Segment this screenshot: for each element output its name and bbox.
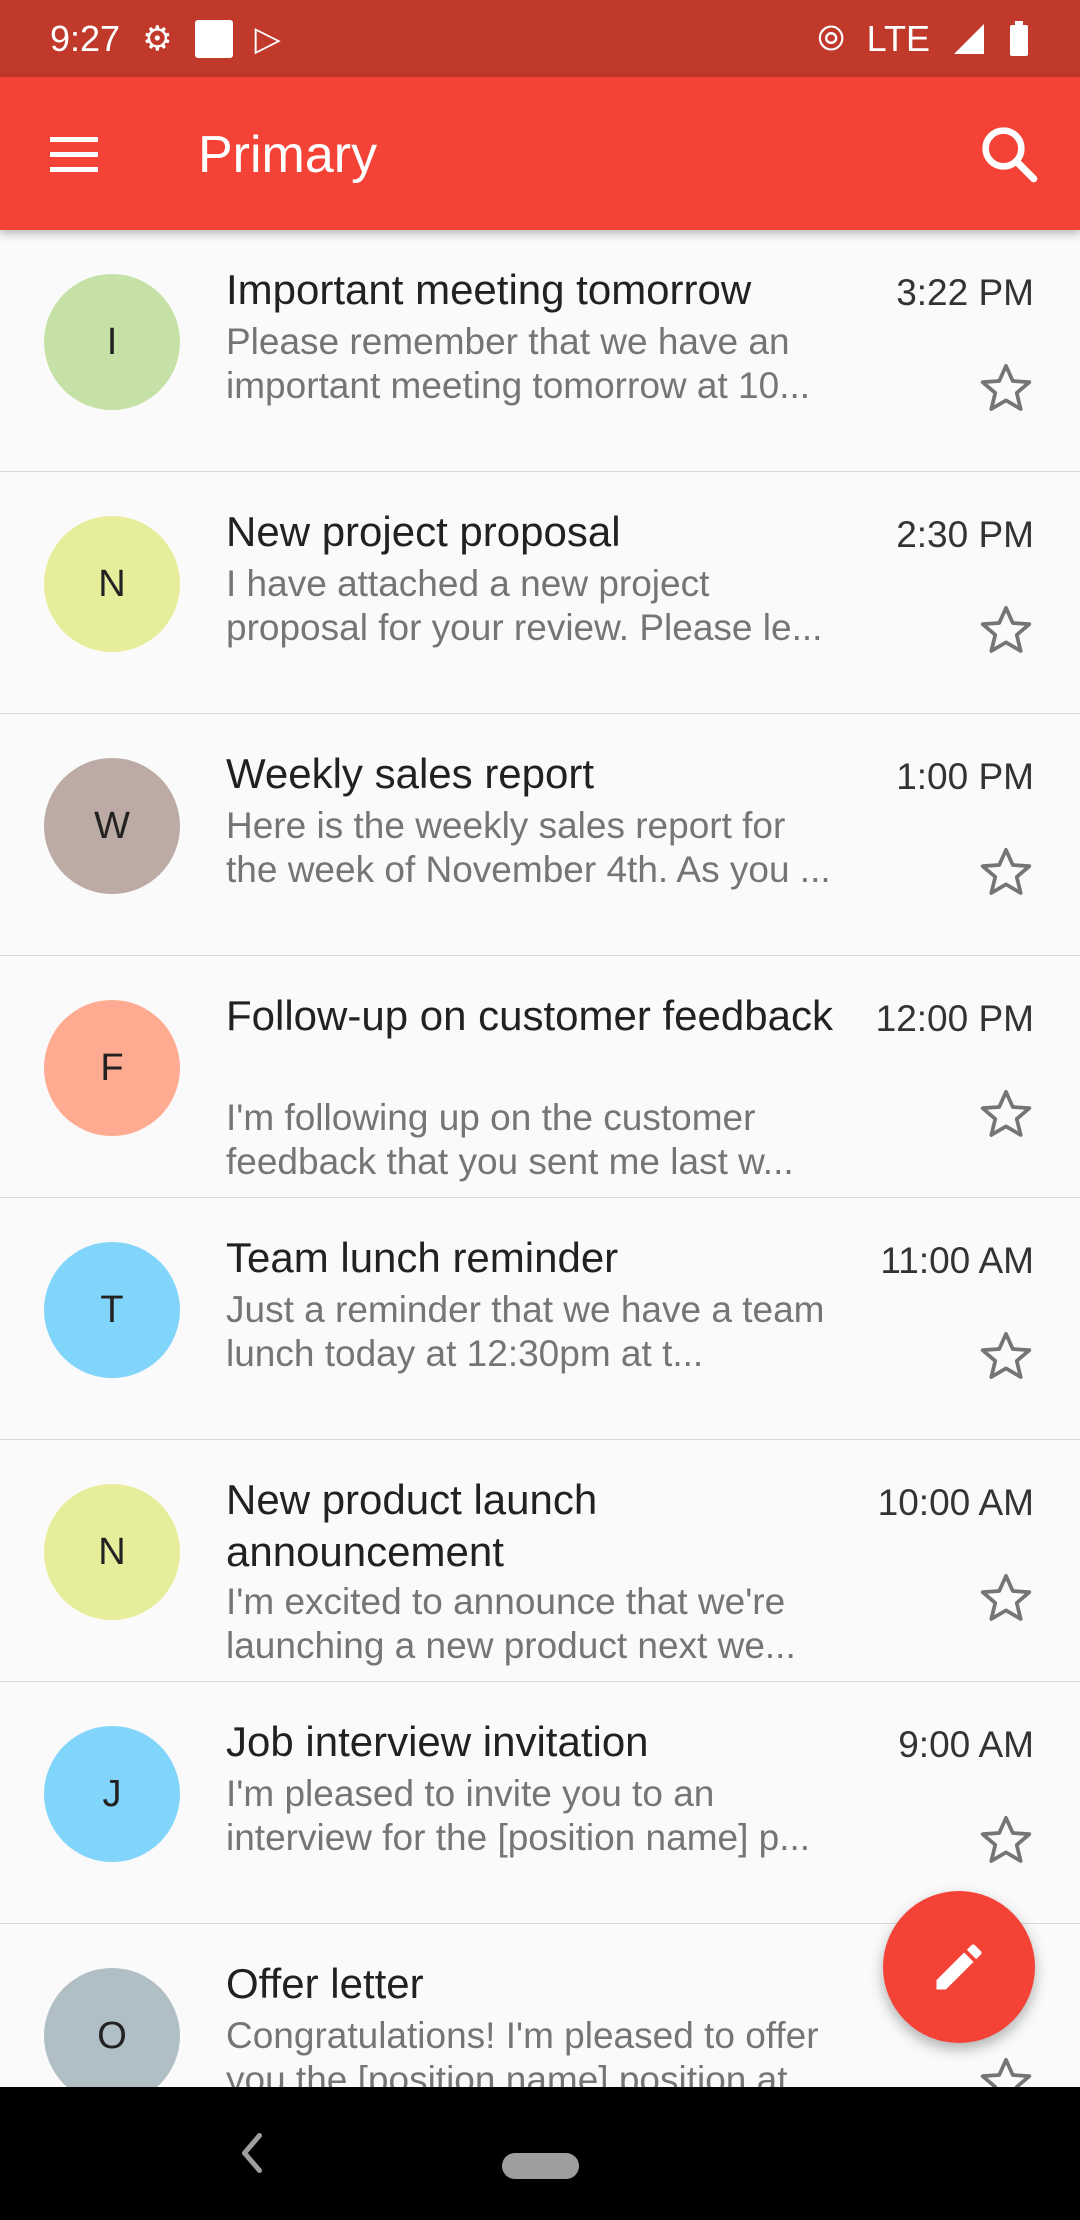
email-subject: Job interview invitation <box>226 1718 649 1765</box>
star-icon[interactable] <box>978 1812 1034 1868</box>
battery-icon <box>1010 20 1028 56</box>
email-preview: Please remember that we have an importan… <box>226 321 811 406</box>
app-bar: Primary <box>0 77 1080 230</box>
network-type: LTE <box>866 17 930 59</box>
hamburger-menu-icon[interactable] <box>46 135 102 175</box>
avatar: O <box>44 1968 180 2087</box>
email-list-item[interactable]: N New product launch announcement I'm exci… <box>0 1440 1080 1682</box>
email-time: 11:00 AM <box>880 1240 1034 1281</box>
email-subject: Team lunch reminder <box>226 1234 619 1281</box>
email-list-item[interactable]: T Team lunch reminder Just a reminder that… <box>0 1198 1080 1440</box>
email-preview: Here is the weekly sales report for the … <box>226 805 831 890</box>
status-time: 9:27 <box>50 17 121 59</box>
compose-button[interactable] <box>883 1891 1035 2043</box>
app-notification-icon <box>194 19 233 58</box>
avatar: F <box>44 1000 180 1136</box>
email-time: 9:00 AM <box>898 1724 1034 1765</box>
email-list-item[interactable]: I Important meeting tomorrow Please rememb… <box>0 230 1080 472</box>
email-list-item[interactable]: W Weekly sales report Here is the weekly s… <box>0 714 1080 956</box>
email-time: 2:30 PM <box>896 514 1034 555</box>
star-icon[interactable] <box>978 1328 1034 1384</box>
email-preview: I'm pleased to invite you to an intervie… <box>226 1773 811 1858</box>
status-bar-left: 9:27 ⚙ ▷ <box>50 18 281 60</box>
status-bar: 9:27 ⚙ ▷ ⦾ LTE <box>0 0 1080 77</box>
email-subject: New project proposal <box>226 508 621 555</box>
email-subject: New product launch announcement <box>226 1476 598 1575</box>
pencil-edit-icon <box>936 1944 982 1990</box>
email-subject: Follow-up on customer feedback <box>226 992 833 1039</box>
star-icon[interactable] <box>978 844 1034 900</box>
notification-icon: ⚙ <box>142 19 173 58</box>
email-time: 10:00 AM <box>877 1482 1034 1523</box>
home-button[interactable] <box>502 2153 579 2179</box>
star-icon[interactable] <box>978 360 1034 416</box>
email-list-item[interactable]: J Job interview invitation I'm pleased to … <box>0 1682 1080 1924</box>
avatar: N <box>44 1484 180 1620</box>
navigation-bar <box>0 2087 1080 2220</box>
page-title: Primary <box>198 126 378 184</box>
email-time: 3:22 PM <box>896 272 1034 313</box>
email-preview: Just a reminder that we have a team lunc… <box>226 1289 825 1374</box>
avatar: J <box>44 1726 180 1862</box>
avatar: T <box>44 1242 180 1378</box>
email-preview: I'm excited to announce that we're launc… <box>226 1581 796 1666</box>
email-subject: Weekly sales report <box>226 750 595 797</box>
signal-icon <box>954 23 984 54</box>
email-list: I Important meeting tomorrow Please rememb… <box>0 230 1080 2087</box>
email-preview: I have attached a new project proposal f… <box>226 563 823 648</box>
avatar: I <box>44 274 180 410</box>
email-preview: Congratulations! I'm pleased to offer yo… <box>226 2015 819 2087</box>
hotspot-icon: ⦾ <box>817 19 845 58</box>
star-icon[interactable] <box>978 1086 1034 1142</box>
email-subject: Offer letter <box>226 1960 424 2007</box>
search-icon[interactable] <box>976 121 1042 187</box>
status-bar-right: ⦾ LTE <box>817 18 1030 60</box>
email-list-item[interactable]: F Follow-up on customer feedback I'm follo… <box>0 956 1080 1198</box>
star-icon[interactable] <box>978 1570 1034 1626</box>
email-time: 1:00 PM <box>896 756 1034 797</box>
email-list-item[interactable]: N New project proposal I have attached a n… <box>0 472 1080 714</box>
email-preview: I'm following up on the customer feedbac… <box>226 1097 794 1182</box>
star-icon[interactable] <box>978 602 1034 658</box>
email-subject: Important meeting tomorrow <box>226 266 752 313</box>
back-icon[interactable] <box>222 2123 282 2183</box>
avatar: N <box>44 516 180 652</box>
avatar: W <box>44 758 180 894</box>
play-store-icon: ▷ <box>254 19 281 58</box>
email-time: 12:00 PM <box>875 998 1034 1039</box>
star-icon[interactable] <box>978 2054 1034 2087</box>
